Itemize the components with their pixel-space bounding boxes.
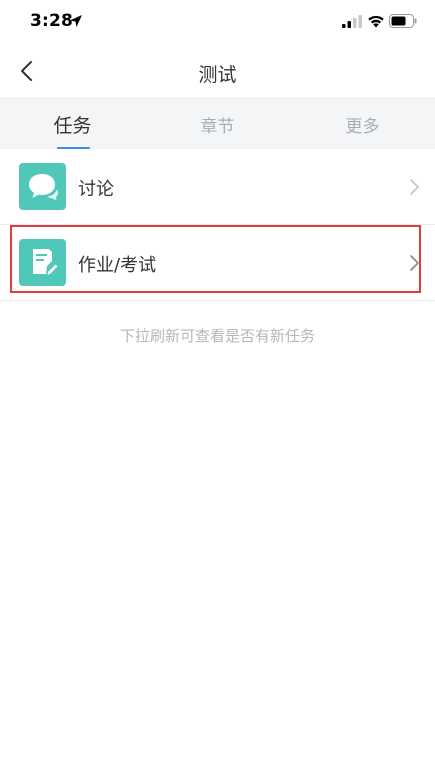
status-time: 3:28 (30, 11, 74, 31)
screen: 3:28 测试 任务 章节 更多 讨论 作业/考试 下拉刷新可查看是否有新任务 (0, 0, 435, 769)
list-item-discussion[interactable]: 讨论 (0, 149, 435, 224)
tab-label: 章节 (200, 117, 235, 137)
discussion-icon (19, 163, 66, 210)
battery-icon (389, 14, 417, 28)
status-bar: 3:28 (0, 0, 435, 44)
nav-bar: 测试 (0, 44, 435, 98)
divider (0, 300, 435, 301)
homework-icon (19, 239, 66, 286)
tab-tasks[interactable]: 任务 (0, 99, 145, 150)
tab-label: 更多 (345, 117, 380, 137)
list-item-label: 作业/考试 (78, 255, 157, 276)
page-title: 测试 (198, 64, 237, 86)
chevron-right-icon (410, 255, 419, 271)
chevron-right-icon (410, 179, 419, 195)
list-item-homework-exam[interactable]: 作业/考试 (0, 225, 435, 300)
tab-label: 任务 (53, 115, 92, 137)
wifi-icon (368, 15, 384, 28)
tab-chapters[interactable]: 章节 (145, 99, 290, 150)
tab-more[interactable]: 更多 (290, 99, 435, 150)
cellular-signal-icon (342, 15, 362, 28)
pull-to-refresh-hint: 下拉刷新可查看是否有新任务 (119, 327, 315, 345)
tab-bar: 任务 章节 更多 (0, 98, 435, 150)
list-item-label: 讨论 (78, 179, 114, 200)
location-arrow-icon (70, 15, 82, 27)
